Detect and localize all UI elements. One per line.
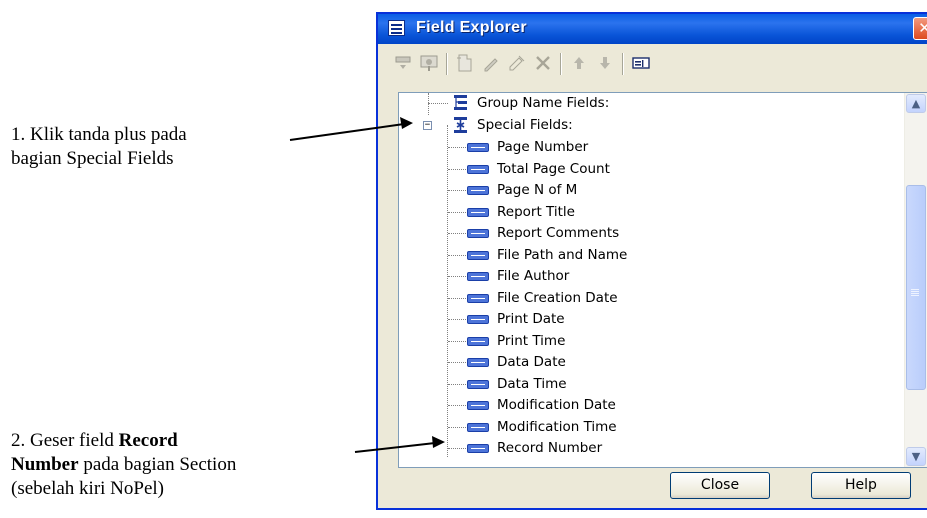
tree-line xyxy=(448,383,466,385)
tree-field-label: Record Number xyxy=(497,440,603,456)
help-button[interactable]: Help xyxy=(811,472,911,499)
tree-line xyxy=(428,103,448,104)
tree-field-label: File Author xyxy=(497,268,570,284)
move-down-icon[interactable] xyxy=(594,52,616,74)
field-tree[interactable]: Group Name Fields: − Special Fields: Pag… xyxy=(398,92,927,468)
tree-field-label: Page N of M xyxy=(497,182,578,198)
insert-to-report-icon[interactable] xyxy=(392,52,414,74)
tree-line xyxy=(447,125,448,457)
annotation-step-2-prefix: 2. Geser field xyxy=(11,430,119,451)
tree-field-label: Modification Time xyxy=(497,418,617,435)
annotation-step-2-rest: pada bagian Section xyxy=(78,454,237,475)
tree-line xyxy=(448,147,466,148)
close-button[interactable]: Close xyxy=(670,472,770,499)
database-field-icon xyxy=(467,422,489,432)
tree-field-label: Report Comments xyxy=(497,225,620,241)
tree-field-label: Data Date xyxy=(497,354,566,370)
tree-line xyxy=(448,276,466,277)
tree-line xyxy=(448,254,466,256)
vertical-scrollbar[interactable]: ▲ ▼ xyxy=(904,93,927,467)
database-field-icon xyxy=(467,336,489,346)
tree-node-label: Special Fields: xyxy=(477,117,573,133)
scroll-thumb-grip xyxy=(911,289,919,290)
delete-icon[interactable] xyxy=(532,52,554,74)
annotation-step-1-line-2: bagian Special Fields xyxy=(11,148,174,169)
annotation-step-2-bold-2: Number xyxy=(11,454,79,475)
tree-field-label: File Path and Name xyxy=(497,246,628,263)
annotation-step-1-line-1: 1. Klik tanda plus pada xyxy=(11,124,187,145)
scroll-thumb[interactable] xyxy=(906,185,926,390)
field-explorer-app-icon xyxy=(388,20,405,36)
database-field-icon xyxy=(467,186,489,195)
tree-line xyxy=(448,297,466,299)
tree-line xyxy=(448,405,466,406)
annotation-step-2: 2. Geser field Record Number pada bagian… xyxy=(11,429,236,501)
database-field-icon xyxy=(467,250,489,260)
tree-field-label: Data Time xyxy=(497,375,567,392)
collapse-toggle[interactable]: − xyxy=(423,121,432,130)
annotation-step-1: 1. Klik tanda plus pada bagian Special F… xyxy=(11,123,187,171)
tree-line xyxy=(448,340,466,342)
tree-line xyxy=(448,362,466,363)
tree-line xyxy=(448,448,466,449)
tree-line xyxy=(448,426,466,428)
database-field-icon xyxy=(467,207,489,217)
database-field-icon xyxy=(467,229,489,238)
field-explorer-window: Field Explorer ✕ Group Name Fields: − Sp… xyxy=(376,12,927,510)
show-field-icon[interactable] xyxy=(630,52,652,74)
tree-line xyxy=(448,233,466,234)
rename-icon[interactable] xyxy=(506,52,528,74)
scroll-down-button[interactable]: ▼ xyxy=(906,447,926,466)
group-name-fields-icon xyxy=(454,95,467,110)
tree-line xyxy=(448,211,466,213)
browse-data-icon[interactable] xyxy=(418,52,440,74)
tree-node-label: Group Name Fields: xyxy=(477,95,610,111)
special-fields-icon xyxy=(454,117,467,133)
new-icon[interactable] xyxy=(454,52,476,74)
tree-field-label: Print Time xyxy=(497,332,566,349)
scroll-up-button[interactable]: ▲ xyxy=(906,94,926,113)
tree-field-label: Total Page Count xyxy=(497,160,610,177)
database-field-icon xyxy=(467,444,489,453)
tree-line xyxy=(448,168,466,170)
annotation-step-2-line-1: 2. Geser field Record xyxy=(11,429,236,453)
database-field-icon xyxy=(467,293,489,303)
tree-field-label: File Creation Date xyxy=(497,289,618,306)
move-up-icon[interactable] xyxy=(568,52,590,74)
database-field-icon xyxy=(467,315,489,324)
tree-field-label: Report Title xyxy=(497,203,575,220)
tree-line xyxy=(448,319,466,320)
window-close-button[interactable]: ✕ xyxy=(913,17,927,40)
database-field-icon xyxy=(467,379,489,389)
tree-field-label: Modification Date xyxy=(497,397,616,413)
annotation-step-2-line-2: Number pada bagian Section xyxy=(11,453,236,477)
database-field-icon xyxy=(467,272,489,281)
annotation-step-2-line-3: (sebelah kiri NoPel) xyxy=(11,478,165,499)
tree-field-label: Page Number xyxy=(497,139,589,155)
window-title: Field Explorer xyxy=(416,19,527,36)
database-field-icon xyxy=(467,164,489,174)
title-bar[interactable]: Field Explorer ✕ xyxy=(378,14,927,44)
tree-field-label: Print Date xyxy=(497,311,565,327)
edit-icon[interactable] xyxy=(480,52,502,74)
toolbar-separator xyxy=(446,53,448,75)
database-field-icon xyxy=(467,401,489,410)
annotation-step-2-bold-1: Record xyxy=(118,430,178,451)
database-field-icon xyxy=(467,143,489,152)
tree-line xyxy=(448,190,466,191)
tree-line xyxy=(428,93,429,115)
database-field-icon xyxy=(467,358,489,367)
toolbar-separator xyxy=(622,53,624,75)
toolbar-separator xyxy=(560,53,562,75)
